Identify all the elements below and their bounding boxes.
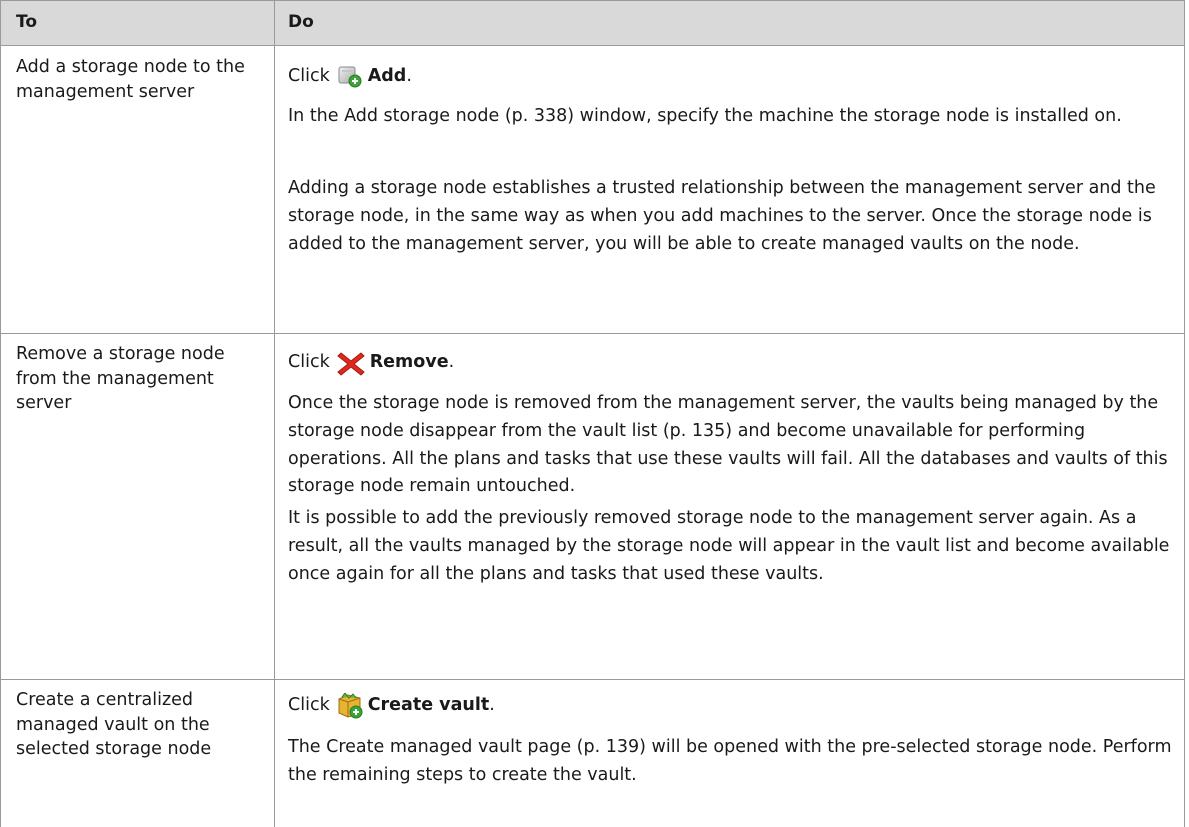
table-border-left bbox=[0, 0, 1, 827]
add-action-label: Add bbox=[367, 66, 407, 87]
add-storage-node-icon bbox=[336, 65, 364, 89]
action-suffix: . bbox=[448, 352, 455, 373]
header-divider bbox=[0, 45, 1185, 46]
row-divider bbox=[0, 679, 1185, 680]
row-2-paragraph: It is possible to add the previously rem… bbox=[288, 508, 1170, 584]
table-header bbox=[0, 0, 1185, 45]
row-2-to: Remove a storage node from the managemen… bbox=[16, 344, 225, 413]
row-1-click-line: Click Add . bbox=[288, 60, 1180, 94]
row-1-to: Add a storage node to the management ser… bbox=[16, 57, 245, 102]
create-vault-icon bbox=[336, 693, 364, 719]
row-1-paragraph: In the Add storage node (p. 338) window,… bbox=[288, 106, 1122, 126]
row-3-click-line: Click Create vault . bbox=[288, 689, 1180, 723]
create-vault-action-label: Create vault bbox=[367, 695, 490, 716]
click-prefix: Click bbox=[288, 352, 330, 373]
action-suffix: . bbox=[406, 66, 412, 87]
click-prefix: Click bbox=[288, 66, 330, 87]
table-border-top bbox=[0, 0, 1185, 1]
row-2-click-line: Click Remove . bbox=[288, 346, 1180, 380]
row-3-to: Create a centralized managed vault on th… bbox=[16, 690, 212, 759]
header-do: Do bbox=[288, 12, 314, 32]
click-prefix: Click bbox=[288, 695, 330, 716]
header-to: To bbox=[16, 12, 38, 32]
storage-node-actions-table: To Do Add a storage node to the manageme… bbox=[0, 0, 1189, 827]
row-divider bbox=[0, 333, 1185, 334]
column-divider bbox=[274, 0, 275, 827]
remove-action-label: Remove bbox=[369, 352, 449, 373]
action-suffix: . bbox=[489, 695, 495, 716]
row-2-paragraph: Once the storage node is removed from th… bbox=[288, 393, 1168, 497]
row-3-paragraph: The Create managed vault page (p. 139) w… bbox=[288, 737, 1172, 785]
remove-x-icon bbox=[336, 350, 366, 376]
table-border-right bbox=[1184, 0, 1185, 827]
row-1-paragraph: Adding a storage node establishes a trus… bbox=[288, 178, 1156, 254]
